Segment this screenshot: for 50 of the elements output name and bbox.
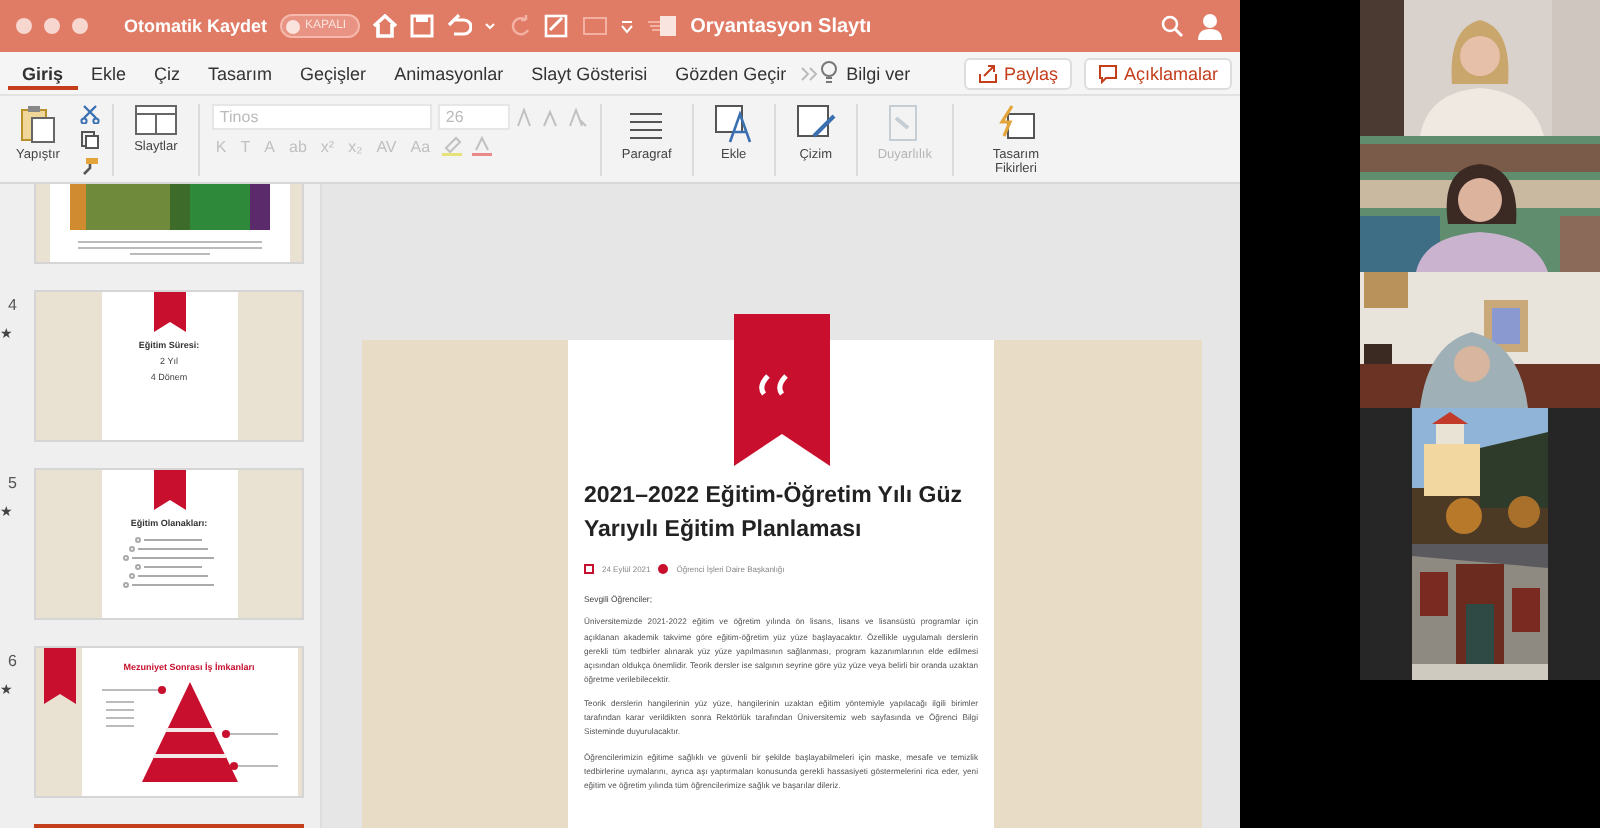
clipboard-icon[interactable]: [19, 104, 56, 144]
document-icon[interactable]: [646, 14, 679, 38]
highlighter-icon[interactable]: [440, 136, 465, 156]
ribbon-tab[interactable]: Giriş: [8, 57, 78, 89]
designer-icon[interactable]: [995, 104, 1036, 144]
format-painter-icon[interactable]: [79, 156, 100, 176]
ribbon-tab[interactable]: Ekle: [77, 57, 141, 89]
ribbon-tab[interactable]: Tasarım: [194, 57, 287, 89]
comments-button[interactable]: Açıklamalar: [1083, 57, 1232, 89]
calendar-icon[interactable]: [584, 564, 594, 575]
slide-number: 4: [6, 296, 17, 314]
ribbon-tab[interactable]: Animasyonlar: [380, 57, 518, 89]
ribbon-icon: [153, 292, 185, 332]
shrink-font-icon[interactable]: [541, 107, 562, 127]
ribbon-tab[interactable]: Gözden Geçir: [661, 57, 801, 89]
font-color-icon[interactable]: [470, 136, 495, 156]
undo-icon[interactable]: [446, 14, 473, 38]
comment-icon[interactable]: [1097, 63, 1118, 83]
slide-number: 6: [6, 652, 17, 670]
autosave-label: Otomatik Kaydet: [124, 16, 268, 36]
chevron-icon[interactable]: [800, 63, 821, 83]
redo-icon[interactable]: [508, 14, 533, 38]
copy-icon[interactable]: [79, 130, 100, 150]
ribbon-tab[interactable]: Çiz: [140, 57, 195, 89]
grow-font-icon[interactable]: [515, 107, 536, 127]
document-title: Oryantasyon Slaytı: [690, 15, 872, 37]
minimize-button[interactable]: [44, 18, 60, 34]
save-icon[interactable]: [410, 14, 435, 38]
share-button[interactable]: Paylaş: [963, 57, 1072, 89]
slide-layout-icon[interactable]: [133, 104, 178, 136]
close-button[interactable]: [16, 18, 32, 34]
window-icon[interactable]: [582, 14, 609, 38]
person-icon[interactable]: [1196, 12, 1224, 40]
share-icon[interactable]: [977, 63, 998, 83]
zoom-button[interactable]: [72, 18, 88, 34]
slide-number: 5: [6, 474, 17, 492]
ribbon-icon: [153, 470, 185, 510]
cut-icon[interactable]: [79, 104, 100, 124]
ribbon-icon: [44, 648, 76, 704]
clear-format-icon[interactable]: [567, 107, 588, 127]
tag-icon[interactable]: [658, 564, 669, 575]
edit-icon[interactable]: [544, 14, 571, 38]
ribbon-tab[interactable]: Slayt Gösterisi: [517, 57, 662, 89]
text-box-icon[interactable]: [713, 104, 754, 144]
slide-title: 2021–2022 Eğitim-Öğretim Yılı Güz Yarıyılı Eğitim Planlaması: [584, 480, 964, 546]
ribbon-tab[interactable]: Geçişler: [286, 57, 381, 89]
search-icon[interactable]: [1160, 14, 1184, 38]
lightbulb-icon[interactable]: [820, 60, 839, 86]
tell-me-field[interactable]: Bilgi ver: [846, 63, 911, 83]
home-icon[interactable]: [372, 14, 399, 38]
